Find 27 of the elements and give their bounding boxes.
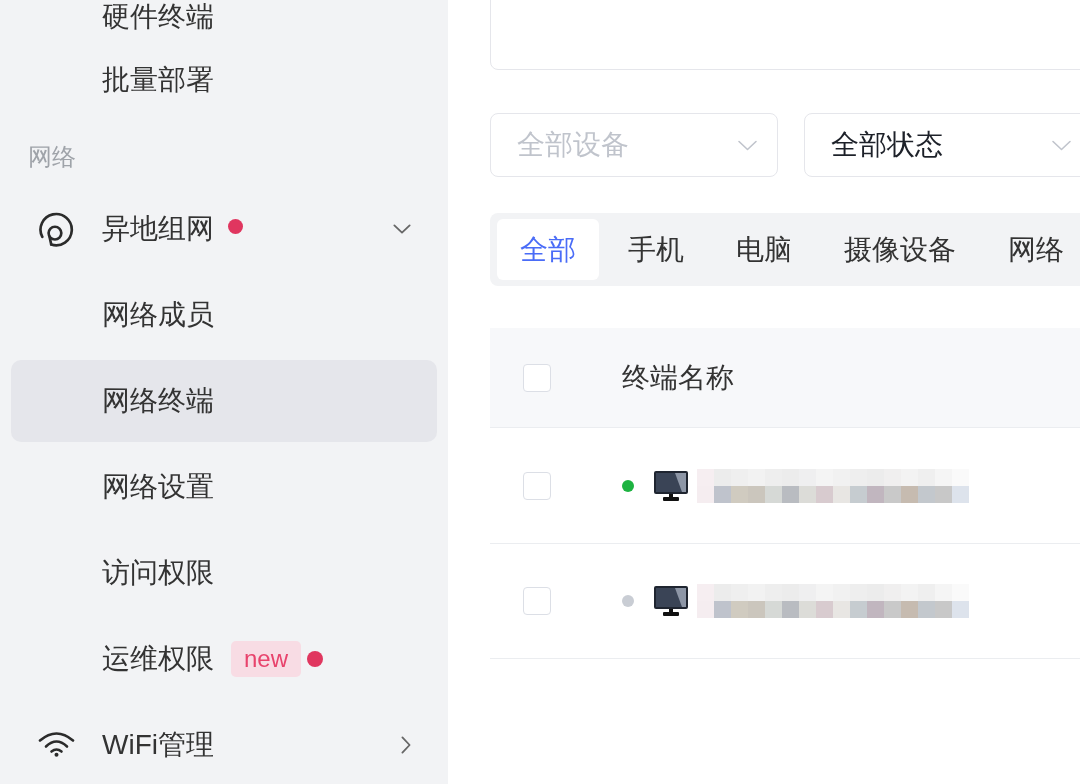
sidebar-item[interactable]: 访问权限 [11,532,437,614]
filter-tab[interactable]: 电脑 [713,219,815,280]
filter-tab[interactable]: 手机 [605,219,707,280]
chevron-down-icon [737,139,758,151]
checkbox[interactable] [523,471,551,500]
sidebar-item[interactable]: 硬件终端 [11,0,437,35]
checkbox[interactable] [523,587,551,615]
monitor-icon [654,586,688,616]
sidebar-group[interactable]: 异地组网 [11,188,437,270]
sidebar-item[interactable]: 网络设置 [11,446,437,528]
chevron-down-icon [1051,139,1072,151]
sidebar-group[interactable]: WiFi管理 [11,704,437,784]
section-label: 网络 [28,141,76,172]
sidebar-item[interactable]: 网络成员 [11,274,437,356]
filter-tab[interactable]: 网络 [985,219,1080,280]
filter-tab[interactable]: 全部 [497,219,599,280]
sidebar-item[interactable]: 批量部署 [11,39,437,121]
sidebar-item[interactable]: 网络终端 [11,360,437,442]
new-badge: new [231,641,302,677]
monitor-icon [654,470,688,501]
ring-icon [38,210,75,248]
column-header: 终端名称 [622,360,734,395]
filter-tab[interactable]: 摄像设备 [821,219,979,280]
wifi-icon [38,732,75,758]
sidebar-item[interactable]: 运维权限 new [11,618,437,700]
checkbox[interactable] [523,363,551,392]
dropdown-select[interactable]: 全部状态 [804,113,1080,177]
